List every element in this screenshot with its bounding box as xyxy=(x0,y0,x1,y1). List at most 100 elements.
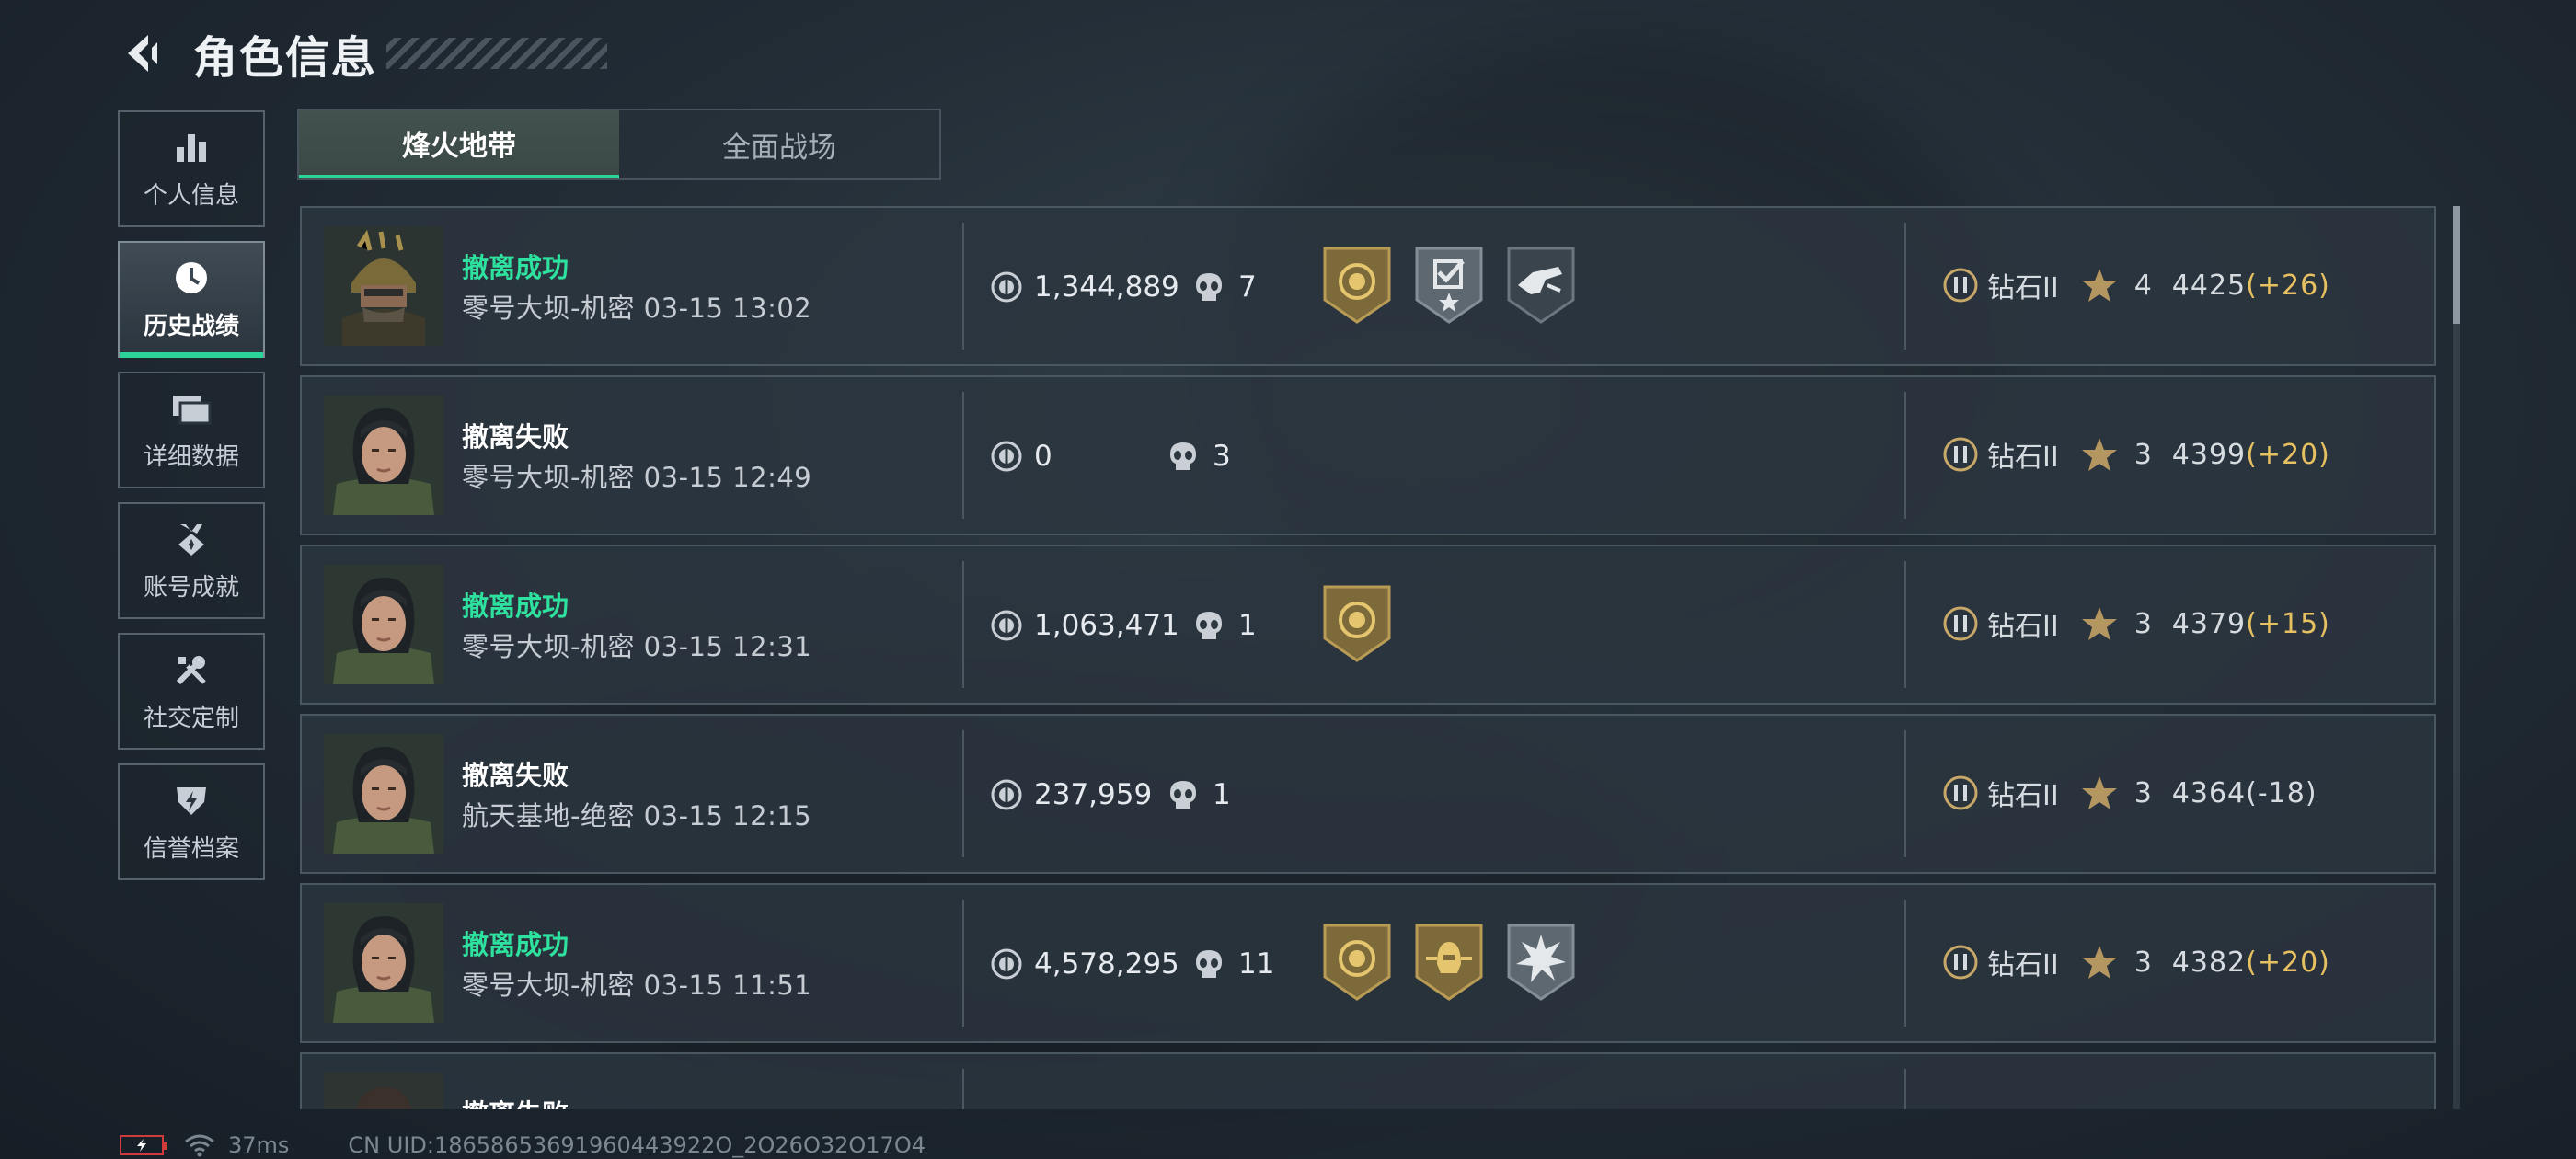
column-divider xyxy=(962,1069,964,1109)
rank-info: 钻石II 3 4382 (+20) xyxy=(1941,942,2330,982)
tab-firezone[interactable]: 烽火地带 xyxy=(299,110,619,178)
coin-icon xyxy=(991,779,1022,810)
rank-name: 钻石II xyxy=(1987,949,2059,981)
back-button[interactable] xyxy=(120,30,166,76)
column-divider xyxy=(1904,392,1906,519)
sidebar: 个人信息 历史战绩 详细数据 账号成就 社交定制 信誉档案 xyxy=(118,110,265,894)
match-history-list: 撤离成功 零号大坝-机密 03-15 13:02 1,344,889 7 钻石I… xyxy=(300,206,2436,1109)
extraction-status: 撤离失败 xyxy=(462,760,569,791)
sidebar-item-personal-info[interactable]: 个人信息 xyxy=(118,110,265,227)
coin-icon xyxy=(991,610,1022,641)
gold-emblem-badge xyxy=(1323,247,1391,324)
gray-burst-badge xyxy=(1507,924,1575,1001)
skull-icon xyxy=(1196,273,1222,301)
column-divider xyxy=(962,900,964,1027)
score-delta: (+26) xyxy=(2246,269,2330,302)
loot-value-text: 1,063,471 xyxy=(1034,609,1179,642)
sidebar-item-label: 详细数据 xyxy=(143,443,239,471)
loot-value-text: 237,959 xyxy=(1034,778,1153,811)
match-row[interactable]: 撤离失败 xyxy=(300,1052,2436,1109)
kill-count-text: 11 xyxy=(1238,947,1275,981)
star-icon xyxy=(2081,269,2117,302)
loot-value: 1,063,471 xyxy=(990,605,1179,646)
match-row[interactable]: 撤离成功 零号大坝-机密 03-15 13:02 1,344,889 7 钻石I… xyxy=(300,206,2436,366)
rank-info: 钻石II 3 4399 (+20) xyxy=(1941,434,2330,475)
diamond-rank-icon xyxy=(1943,606,1978,641)
rank-score: 4425 xyxy=(2171,269,2247,302)
kill-count-text: 3 xyxy=(1213,440,1231,473)
battery-low-icon xyxy=(120,1135,167,1155)
sidebar-item-achievements[interactable]: 账号成就 xyxy=(118,502,265,619)
folders-icon xyxy=(171,388,212,429)
medal-icon xyxy=(171,519,212,559)
list-scrollbar[interactable] xyxy=(2453,206,2460,1109)
match-row[interactable]: 撤离成功 零号大坝-机密 03-15 11:51 4,578,295 11 钻石… xyxy=(300,883,2436,1043)
clock-history-icon xyxy=(171,258,212,298)
loot-value: 0 xyxy=(990,436,1052,476)
extraction-status: 撤离成功 xyxy=(462,252,569,283)
star-icon xyxy=(2081,607,2117,640)
star-count: 3 xyxy=(2133,607,2152,640)
diamond-rank-icon xyxy=(1943,268,1978,303)
coin-icon xyxy=(991,441,1022,472)
sidebar-item-label: 信誉档案 xyxy=(143,835,239,863)
rank-info: 钻石II 3 4379 (+15) xyxy=(1941,603,2330,644)
kill-count: 7 xyxy=(1192,267,1257,307)
sidebar-item-details[interactable]: 详细数据 xyxy=(118,372,265,488)
extraction-status: 撤离成功 xyxy=(462,929,569,960)
gold-emblem-badge xyxy=(1323,585,1391,662)
rank-score: 4399 xyxy=(2171,438,2247,471)
page-header: 角色信息 xyxy=(120,26,608,84)
badge-list xyxy=(1321,583,1393,664)
sidebar-item-label: 社交定制 xyxy=(143,705,239,732)
column-divider xyxy=(962,561,964,688)
sidebar-item-social[interactable]: 社交定制 xyxy=(118,633,265,750)
kill-count: 11 xyxy=(1192,944,1274,984)
tab-full-battlefield[interactable]: 全面战场 xyxy=(619,110,939,178)
tools-icon xyxy=(171,649,212,690)
rank-name: 钻石II xyxy=(1987,272,2059,304)
rank-score: 4364 xyxy=(2171,776,2247,809)
sidebar-item-reputation[interactable]: 信誉档案 xyxy=(118,763,265,880)
bar-chart-icon xyxy=(171,127,212,167)
star-count: 4 xyxy=(2133,269,2152,302)
match-row[interactable]: 撤离成功 零号大坝-机密 03-15 12:31 1,063,471 1 钻石I… xyxy=(300,545,2436,705)
kill-count: 1 xyxy=(1192,605,1257,646)
match-row[interactable]: 撤离失败 零号大坝-机密 03-15 12:49 0 3 钻石II 3 4399… xyxy=(300,375,2436,535)
match-row[interactable]: 撤离失败 航天基地-绝密 03-15 12:15 237,959 1 钻石II … xyxy=(300,714,2436,874)
extraction-status: 撤离失败 xyxy=(462,421,569,453)
coin-icon xyxy=(991,948,1022,980)
rank-name: 钻石II xyxy=(1987,442,2059,474)
loot-value-text: 4,578,295 xyxy=(1034,947,1179,981)
badge-list xyxy=(1321,922,1577,1003)
scrollbar-thumb[interactable] xyxy=(2453,206,2460,324)
sidebar-item-label: 账号成就 xyxy=(143,574,239,602)
operator-avatar xyxy=(324,396,443,515)
kill-count-text: 1 xyxy=(1238,609,1257,642)
gold-helmet-badge xyxy=(1415,924,1483,1001)
ping-text: 37ms xyxy=(228,1132,290,1158)
page-title: 角色信息 xyxy=(193,32,378,84)
star-count: 3 xyxy=(2133,776,2152,809)
diamond-rank-icon xyxy=(1943,775,1978,810)
column-divider xyxy=(962,730,964,857)
sidebar-item-history[interactable]: 历史战绩 xyxy=(118,241,265,358)
column-divider xyxy=(1904,223,1906,350)
rank-info: 钻石II 4 4425 (+26) xyxy=(1941,265,2330,305)
kill-count-text: 7 xyxy=(1238,270,1257,304)
kill-count: 3 xyxy=(1167,436,1231,476)
loot-value-text: 0 xyxy=(1034,440,1052,473)
wifi-icon xyxy=(185,1134,214,1157)
rank-name: 钻石II xyxy=(1987,611,2059,643)
loot-value: 1,344,889 xyxy=(990,267,1179,307)
column-divider xyxy=(1904,1069,1906,1109)
extraction-status: 撤离成功 xyxy=(462,591,569,622)
diamond-rank-icon xyxy=(1943,945,1978,980)
extraction-status: 撤离失败 xyxy=(462,1093,569,1109)
status-bar: 37ms CN UID:18658653691960443922O_2O26O3… xyxy=(120,1131,926,1159)
column-divider xyxy=(962,223,964,350)
score-delta: (-18) xyxy=(2246,776,2317,809)
skull-icon xyxy=(1196,950,1222,978)
operator-avatar xyxy=(324,734,443,854)
score-delta: (+20) xyxy=(2246,946,2330,979)
